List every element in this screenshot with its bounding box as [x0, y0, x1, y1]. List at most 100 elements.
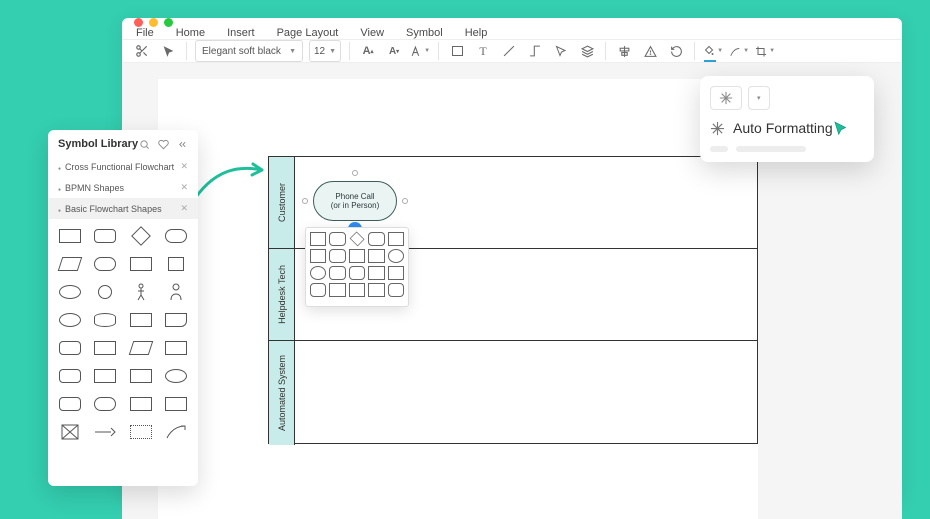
collapse-icon[interactable] — [177, 139, 188, 150]
window-close-dot[interactable] — [134, 18, 143, 27]
shape-thumb[interactable] — [92, 253, 120, 275]
menu-home[interactable]: Home — [176, 27, 205, 39]
fill-color-icon[interactable]: ▼ — [703, 41, 723, 61]
shape-thumb[interactable] — [163, 365, 191, 387]
shape-thumb[interactable] — [56, 421, 84, 443]
node-text-line: (or in Person) — [331, 201, 379, 210]
library-header: Symbol Library — [48, 130, 198, 156]
swimlane-row[interactable]: Customer Phone Call (or in Person) ▾ — [269, 157, 757, 249]
menu-symbol[interactable]: Symbol — [406, 27, 443, 39]
shape-thumb[interactable] — [127, 393, 155, 415]
cut-icon[interactable] — [132, 41, 152, 61]
shape-thumb[interactable] — [56, 365, 84, 387]
shape-thumb[interactable] — [127, 281, 155, 303]
terminator-node[interactable]: Phone Call (or in Person) ▾ — [313, 181, 397, 221]
shape-thumb[interactable] — [92, 337, 120, 359]
favorite-icon[interactable] — [158, 139, 169, 150]
node-text-line: Phone Call — [331, 192, 379, 201]
font-size-down-icon[interactable]: A▾ — [384, 41, 404, 61]
library-title: Symbol Library — [58, 138, 138, 150]
swimlane-header[interactable]: Helpdesk Tech — [269, 249, 295, 340]
shape-thumb[interactable] — [56, 281, 84, 303]
sparkle-icon — [719, 91, 733, 105]
swimlane-header[interactable]: Customer — [269, 157, 295, 248]
auto-formatting-popover: ▾ Auto Formatting — [700, 76, 874, 162]
select-tool-icon[interactable] — [551, 41, 571, 61]
shape-thumb[interactable] — [163, 309, 191, 331]
swimlane-label: Customer — [277, 183, 287, 222]
window-min-dot[interactable] — [149, 18, 158, 27]
rectangle-tool-icon[interactable] — [447, 41, 467, 61]
window-max-dot[interactable] — [164, 18, 173, 27]
line-style-icon[interactable]: ▼ — [729, 41, 749, 61]
sparkle-icon — [710, 121, 725, 136]
pointer-icon[interactable] — [158, 41, 178, 61]
shape-thumb[interactable] — [56, 337, 84, 359]
shape-thumb[interactable] — [127, 337, 155, 359]
font-settings-icon[interactable]: ▼ — [410, 41, 430, 61]
library-category[interactable]: ●BPMN Shapes ✕ — [48, 177, 198, 198]
shape-thumb[interactable] — [127, 225, 155, 247]
shape-thumb[interactable] — [163, 337, 191, 359]
shape-thumb[interactable] — [127, 365, 155, 387]
shape-thumb[interactable] — [163, 421, 191, 443]
shape-thumb[interactable] — [127, 421, 155, 443]
menu-view[interactable]: View — [360, 27, 384, 39]
menu-help[interactable]: Help — [465, 27, 488, 39]
shape-thumb[interactable] — [127, 309, 155, 331]
shape-thumb[interactable] — [92, 309, 120, 331]
font-family-select[interactable]: Elegant soft black ▼ — [195, 40, 303, 62]
shape-thumb[interactable] — [56, 393, 84, 415]
menu-file[interactable]: File — [136, 27, 154, 39]
shape-thumb[interactable] — [92, 225, 120, 247]
connection-handle[interactable] — [402, 198, 408, 204]
shape-thumb[interactable] — [163, 225, 191, 247]
close-icon[interactable]: ✕ — [180, 203, 188, 214]
rotate-icon[interactable] — [666, 41, 686, 61]
shape-thumb[interactable] — [56, 309, 84, 331]
connector-tool-icon[interactable] — [525, 41, 545, 61]
line-tool-icon[interactable] — [499, 41, 519, 61]
shape-thumb[interactable] — [92, 421, 120, 443]
shape-thumb[interactable] — [163, 253, 191, 275]
layers-icon[interactable] — [577, 41, 597, 61]
menu-insert[interactable]: Insert — [227, 27, 255, 39]
connection-handle[interactable] — [352, 170, 358, 176]
swimlane-label: Automated System — [277, 355, 287, 431]
sparkle-icon-button[interactable] — [710, 86, 742, 110]
shape-thumb[interactable] — [92, 281, 120, 303]
text-tool-icon[interactable]: T — [473, 41, 493, 61]
swimlane-container[interactable]: Customer Phone Call (or in Person) ▾ Hel… — [268, 156, 758, 444]
dropdown-toggle[interactable]: ▾ — [748, 86, 770, 110]
swimlane-row[interactable]: Helpdesk Tech — [269, 249, 757, 341]
connection-handle[interactable] — [302, 198, 308, 204]
align-icon[interactable] — [614, 41, 634, 61]
close-icon[interactable]: ✕ — [180, 182, 188, 193]
search-icon[interactable] — [139, 139, 150, 150]
warning-icon[interactable] — [640, 41, 660, 61]
shape-thumb[interactable] — [56, 253, 84, 275]
shape-thumb[interactable] — [163, 281, 191, 303]
cursor-pointer-icon — [832, 120, 850, 138]
shape-thumb[interactable] — [127, 253, 155, 275]
library-category[interactable]: ●Basic Flowchart Shapes ✕ — [48, 198, 198, 219]
font-name-value: Elegant soft black — [202, 46, 281, 57]
shape-thumb[interactable] — [163, 393, 191, 415]
menu-page-layout[interactable]: Page Layout — [277, 27, 339, 39]
symbol-library-panel[interactable]: Symbol Library ●Cross Functional Flowcha… — [48, 130, 198, 486]
crop-icon[interactable]: ▼ — [755, 41, 775, 61]
font-size-up-icon[interactable]: A▴ — [358, 41, 378, 61]
font-size-select[interactable]: 12 ▼ — [309, 40, 341, 62]
font-size-value: 12 — [314, 46, 325, 57]
close-icon[interactable]: ✕ — [180, 161, 188, 172]
library-category[interactable]: ●Cross Functional Flowchart ✕ — [48, 156, 198, 177]
chevron-down-icon: ▼ — [424, 48, 430, 54]
shape-thumb[interactable] — [92, 365, 120, 387]
swimlane-header[interactable]: Automated System — [269, 341, 295, 445]
shape-thumb[interactable] — [56, 225, 84, 247]
swimlane-row[interactable]: Automated System — [269, 341, 757, 445]
shape-thumb[interactable] — [92, 393, 120, 415]
chevron-down-icon: ▼ — [289, 48, 296, 55]
window-titlebar — [122, 18, 902, 27]
swimlane-label: Helpdesk Tech — [277, 265, 287, 324]
